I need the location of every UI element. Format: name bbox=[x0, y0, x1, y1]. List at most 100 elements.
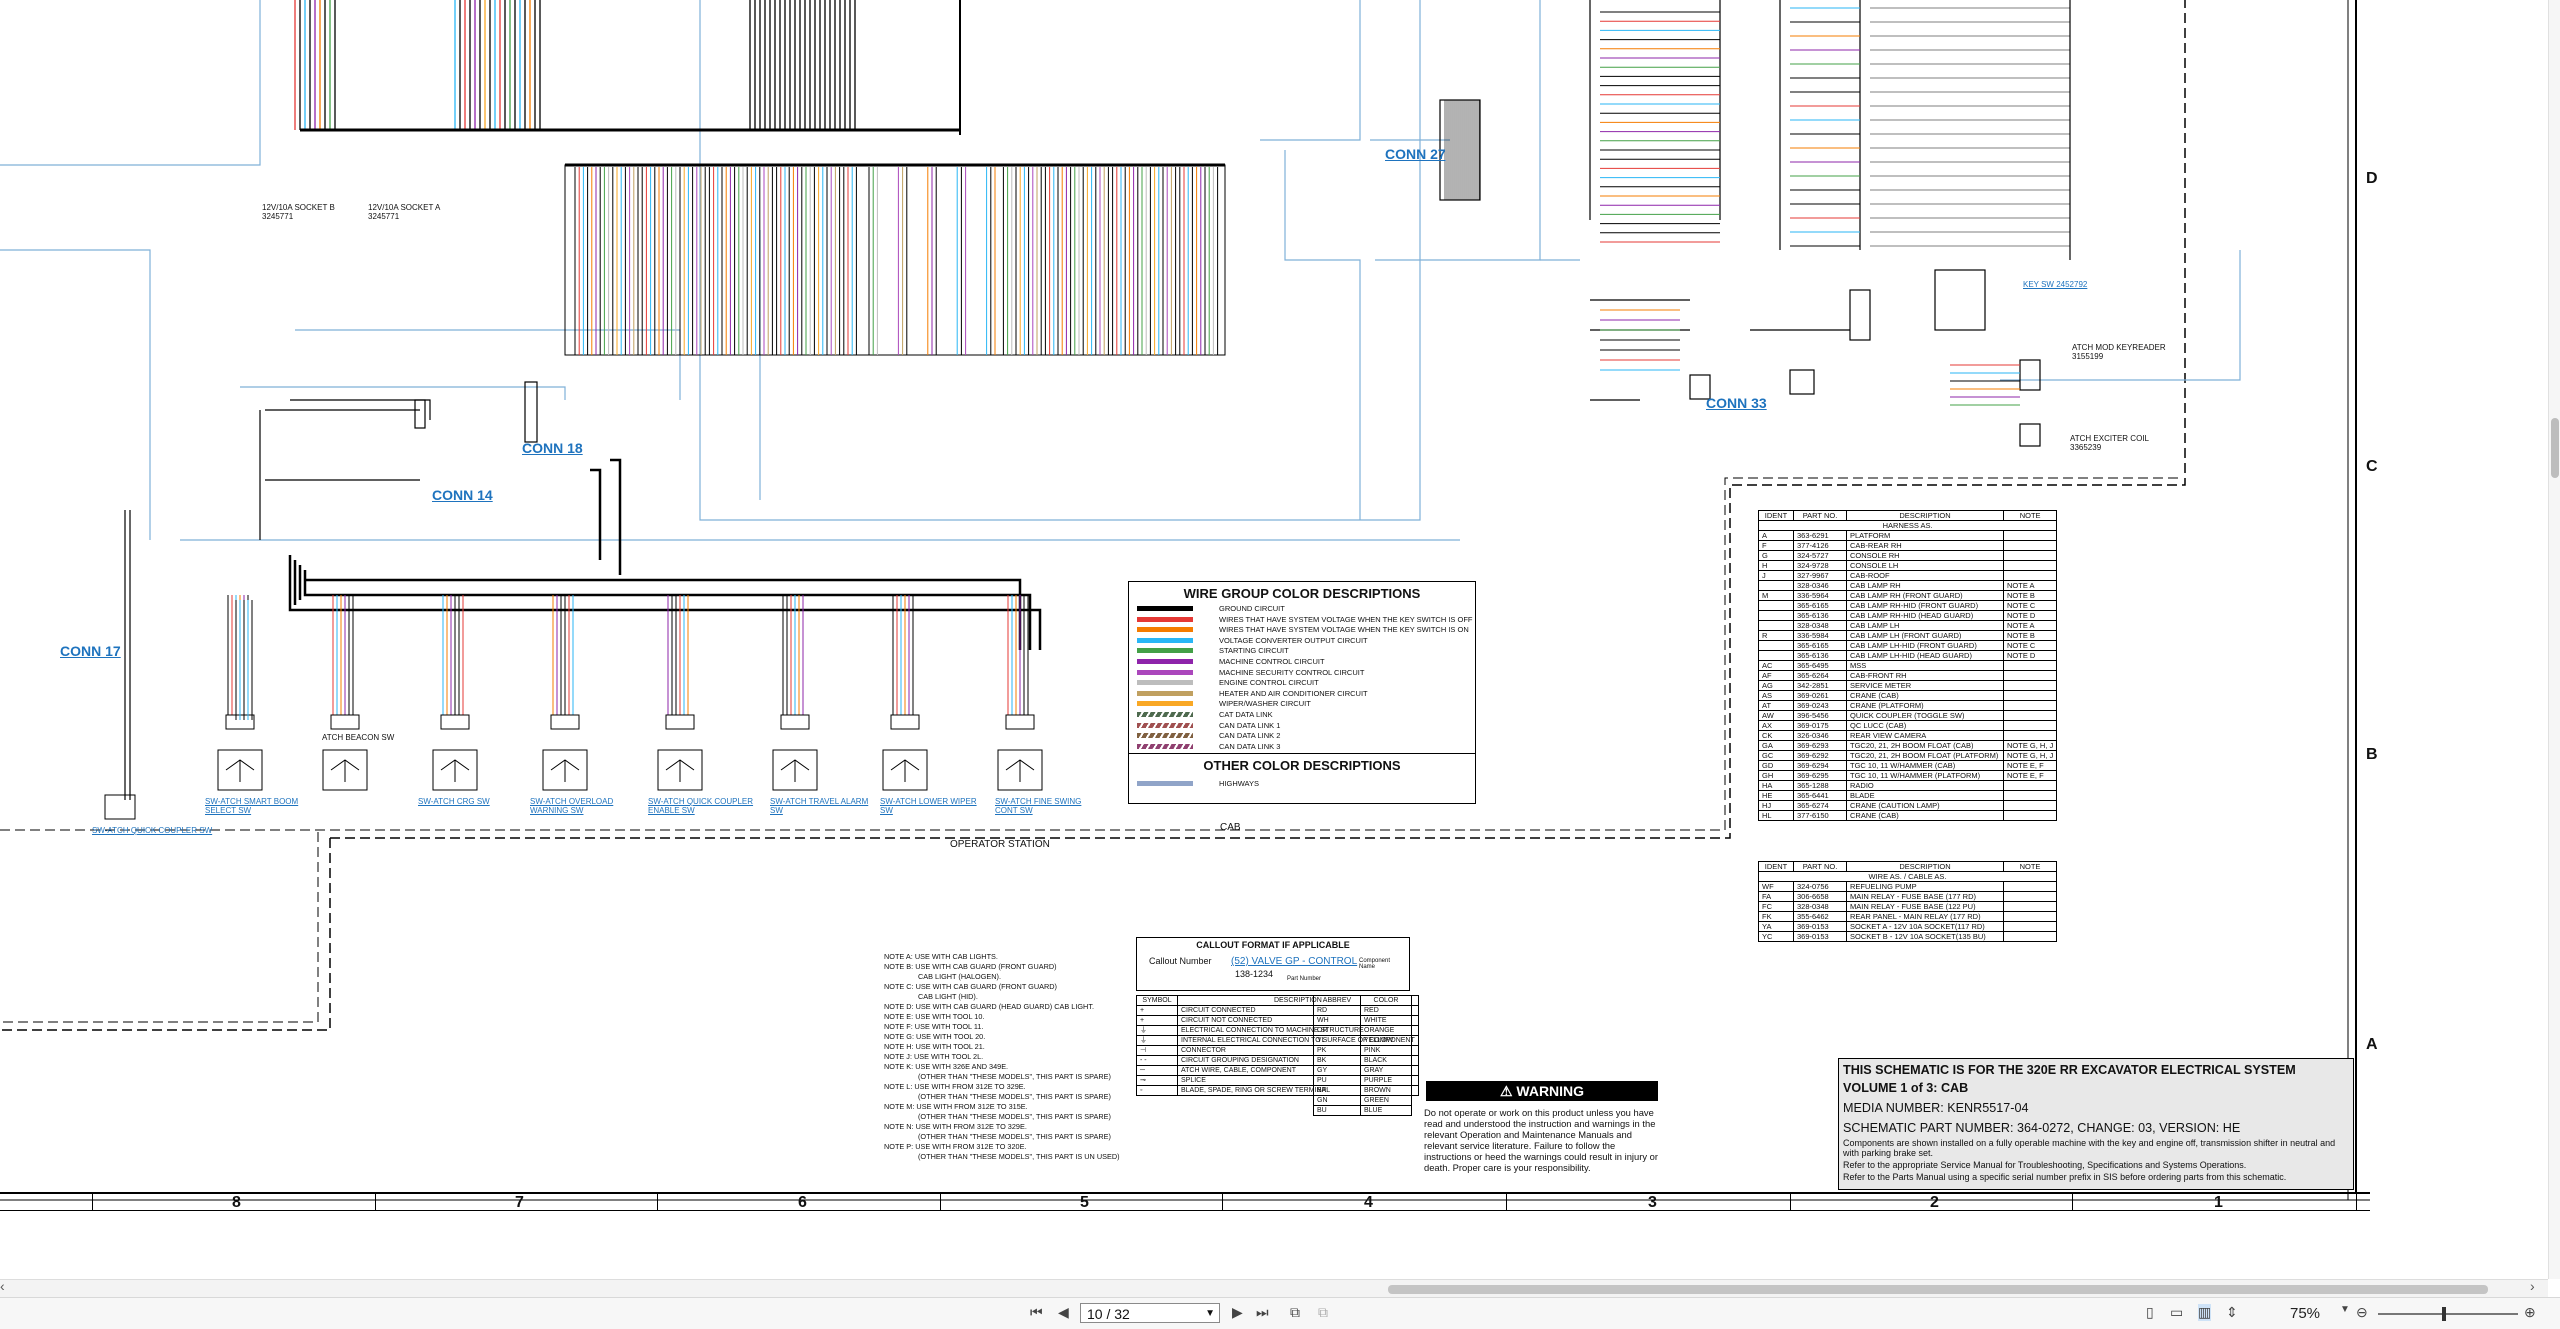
table-cell bbox=[2002, 660, 2058, 671]
table-section: HARNESS AS. bbox=[1757, 520, 2058, 531]
wire-color-swatch bbox=[1137, 712, 1193, 717]
table-cell: 324-0756 bbox=[1793, 881, 1847, 892]
key-sw-label[interactable]: KEY SW 2452792 bbox=[2023, 280, 2087, 289]
page-dropdown-icon[interactable]: ▼ bbox=[1205, 1304, 1215, 1324]
zoom-dropdown-icon[interactable]: ▼ bbox=[2340, 1304, 2350, 1315]
table-cell: PK bbox=[1313, 1045, 1361, 1056]
title-block: THIS SCHEMATIC IS FOR THE 320E RR EXCAVA… bbox=[1838, 1058, 2354, 1190]
grid-row-label: B bbox=[2366, 746, 2378, 763]
table-cell bbox=[2002, 570, 2058, 581]
table-cell: A bbox=[1758, 530, 1794, 541]
wire-color-panel: WIRE GROUP COLOR DESCRIPTIONS GROUND CIR… bbox=[1128, 581, 1476, 804]
scroll-mode-icon[interactable]: ⇕ bbox=[2226, 1304, 2238, 1321]
prev-page-icon[interactable]: ◀ bbox=[1058, 1304, 1069, 1321]
table-cell: GH bbox=[1758, 770, 1794, 781]
conn27-label[interactable]: CONN 27 bbox=[1385, 146, 1446, 162]
table-cell: HL bbox=[1758, 810, 1794, 821]
switch-label[interactable]: SW-ATCH QUICK COUPLER ENABLE SW bbox=[648, 797, 758, 815]
fit-page-icon[interactable]: ⧉ bbox=[1290, 1304, 1300, 1321]
conn17-label[interactable]: CONN 17 bbox=[60, 643, 121, 659]
table-cell: CAB LAMP LH (FRONT GUARD) bbox=[1846, 630, 2004, 641]
note-line: NOTE A: USE WITH CAB LIGHTS. bbox=[884, 952, 998, 961]
horizontal-scroll-thumb[interactable] bbox=[1388, 1285, 2488, 1294]
ruler-tick bbox=[1790, 1194, 1791, 1210]
fit-width-icon[interactable]: ⧉ bbox=[1318, 1304, 1328, 1321]
switch-label[interactable]: SW-ATCH CRG SW bbox=[418, 797, 528, 806]
switch-label[interactable]: SW-ATCH LOWER WIPER SW bbox=[880, 797, 990, 815]
table-cell: AT bbox=[1758, 700, 1794, 711]
table-row: FK 355-6462 REAR PANEL - MAIN RELAY (177 R… bbox=[1758, 911, 2057, 922]
page-number-value: 10 / 32 bbox=[1087, 1306, 1130, 1322]
table-cell: M bbox=[1758, 590, 1794, 601]
callout-sample[interactable]: (52) VALVE GP - CONTROL bbox=[1231, 956, 1357, 967]
table-cell: CAB LAMP LH-HID (FRONT GUARD) bbox=[1846, 640, 2004, 651]
table-cell bbox=[2003, 921, 2057, 932]
table-cell bbox=[2003, 901, 2057, 912]
table-cell: R bbox=[1758, 630, 1794, 641]
table-cell bbox=[2002, 530, 2058, 541]
ruler-tick bbox=[92, 1194, 93, 1210]
horizontal-scrollbar[interactable]: ‹ › bbox=[0, 1278, 2548, 1298]
ruler-tick bbox=[940, 1194, 941, 1210]
switch-label[interactable]: SW-ATCH FINE SWING CONT SW bbox=[995, 797, 1105, 815]
ruler-column-label: 4 bbox=[1364, 1194, 1373, 1211]
table-cell bbox=[2002, 710, 2058, 721]
table-cell: TGC 10, 11 W/HAMMER (PLATFORM) bbox=[1846, 770, 2004, 781]
wire-color-desc: VOLTAGE CONVERTER OUTPUT CIRCUIT bbox=[1219, 635, 1368, 645]
table-cell: BLADE bbox=[1846, 790, 2004, 801]
zoom-in-icon[interactable]: ⊕ bbox=[2524, 1304, 2536, 1321]
wire-color-swatch bbox=[1137, 659, 1193, 664]
page-number-field[interactable]: 10 / 32 ▼ bbox=[1080, 1303, 1220, 1323]
conn18-label[interactable]: CONN 18 bbox=[522, 440, 583, 456]
wire-cable-table: IDENT PART NO. DESCRIPTION NOTE WIRE AS. / C… bbox=[1758, 861, 2057, 942]
table-cell: GC bbox=[1758, 750, 1794, 761]
switch-label[interactable]: SW-ATCH OVERLOAD WARNING SW bbox=[530, 797, 640, 815]
table-cell: 396-5456 bbox=[1793, 710, 1847, 721]
wire-color-desc: CAN DATA LINK 2 bbox=[1219, 731, 1281, 741]
last-page-icon[interactable]: ⏭ bbox=[1256, 1304, 1269, 1321]
table-cell: SOCKET A - 12V 10A SOCKET(117 RD) bbox=[1846, 921, 2004, 932]
switch-label[interactable]: SW-ATCH SMART BOOM SELECT SW bbox=[205, 797, 315, 815]
table-cell bbox=[1758, 610, 1794, 621]
vertical-scroll-thumb[interactable] bbox=[2551, 418, 2559, 478]
switch-label[interactable]: SW-ATCH TRAVEL ALARM SW bbox=[770, 797, 880, 815]
table-cell bbox=[2003, 881, 2057, 892]
table-cell: YC bbox=[1758, 931, 1794, 942]
wire-color-row: HEATER AND AIR CONDITIONER CIRCUIT bbox=[1129, 688, 1475, 698]
scroll-right-icon[interactable]: › bbox=[2530, 1278, 2535, 1294]
next-page-icon[interactable]: ▶ bbox=[1232, 1304, 1243, 1321]
wire-color-row: CAN DATA LINK 3 bbox=[1129, 741, 1475, 751]
table-cell: REFUELING PUMP bbox=[1846, 881, 2004, 892]
zoom-slider-thumb[interactable] bbox=[2442, 1307, 2446, 1321]
table-cell: NOTE C bbox=[2002, 640, 2058, 651]
table-row: AX 369-0175 QC LUCC (CAB) bbox=[1758, 720, 2058, 731]
table-cell: REAR PANEL - MAIN RELAY (177 RD) bbox=[1846, 911, 2004, 922]
conn33-label[interactable]: CONN 33 bbox=[1706, 395, 1767, 411]
table-cell: TGC 10, 11 W/HAMMER (CAB) bbox=[1846, 760, 2004, 771]
table-row: G 324-5727 CONSOLE RH bbox=[1758, 550, 2058, 561]
table-cell: 328-0346 bbox=[1793, 580, 1847, 591]
zoom-slider[interactable] bbox=[2378, 1307, 2518, 1321]
note-line: NOTE E: USE WITH TOOL 10. bbox=[884, 1012, 985, 1021]
quick-coupler-label[interactable]: SW-ATCH QUICK COUPLER SW bbox=[92, 826, 212, 835]
note-line: (OTHER THAN "THESE MODELS", THIS PART IS… bbox=[918, 1112, 1111, 1121]
single-page-icon[interactable]: ▯ bbox=[2146, 1304, 2154, 1321]
zoom-level[interactable]: 75% bbox=[2290, 1305, 2320, 1322]
table-cell: HE bbox=[1758, 790, 1794, 801]
vertical-scrollbar[interactable] bbox=[2548, 0, 2560, 1279]
wire-color-desc: WIRES THAT HAVE SYSTEM VOLTAGE WHEN THE … bbox=[1219, 625, 1469, 635]
table-cell: GD bbox=[1758, 760, 1794, 771]
continuous-icon[interactable]: ▭ bbox=[2170, 1304, 2183, 1321]
table-cell: CONSOLE LH bbox=[1846, 560, 2004, 571]
conn14-label[interactable]: CONN 14 bbox=[432, 487, 493, 503]
table-row: A 363-6291 PLATFORM bbox=[1758, 530, 2058, 541]
zoom-out-icon[interactable]: ⊖ bbox=[2356, 1304, 2368, 1321]
first-page-icon[interactable]: ⏮ bbox=[1030, 1304, 1043, 1321]
table-row: GY GRAY bbox=[1313, 1065, 1412, 1076]
wire-color-row: CAT DATA LINK bbox=[1129, 709, 1475, 719]
wire-color-desc: MACHINE SECURITY CONTROL CIRCUIT bbox=[1219, 667, 1365, 677]
scroll-left-icon[interactable]: ‹ bbox=[0, 1278, 5, 1294]
facing-icon[interactable]: ▥ bbox=[2198, 1304, 2212, 1321]
ruler-tick bbox=[375, 1194, 376, 1210]
table-row: YL YELLOW bbox=[1313, 1035, 1412, 1046]
